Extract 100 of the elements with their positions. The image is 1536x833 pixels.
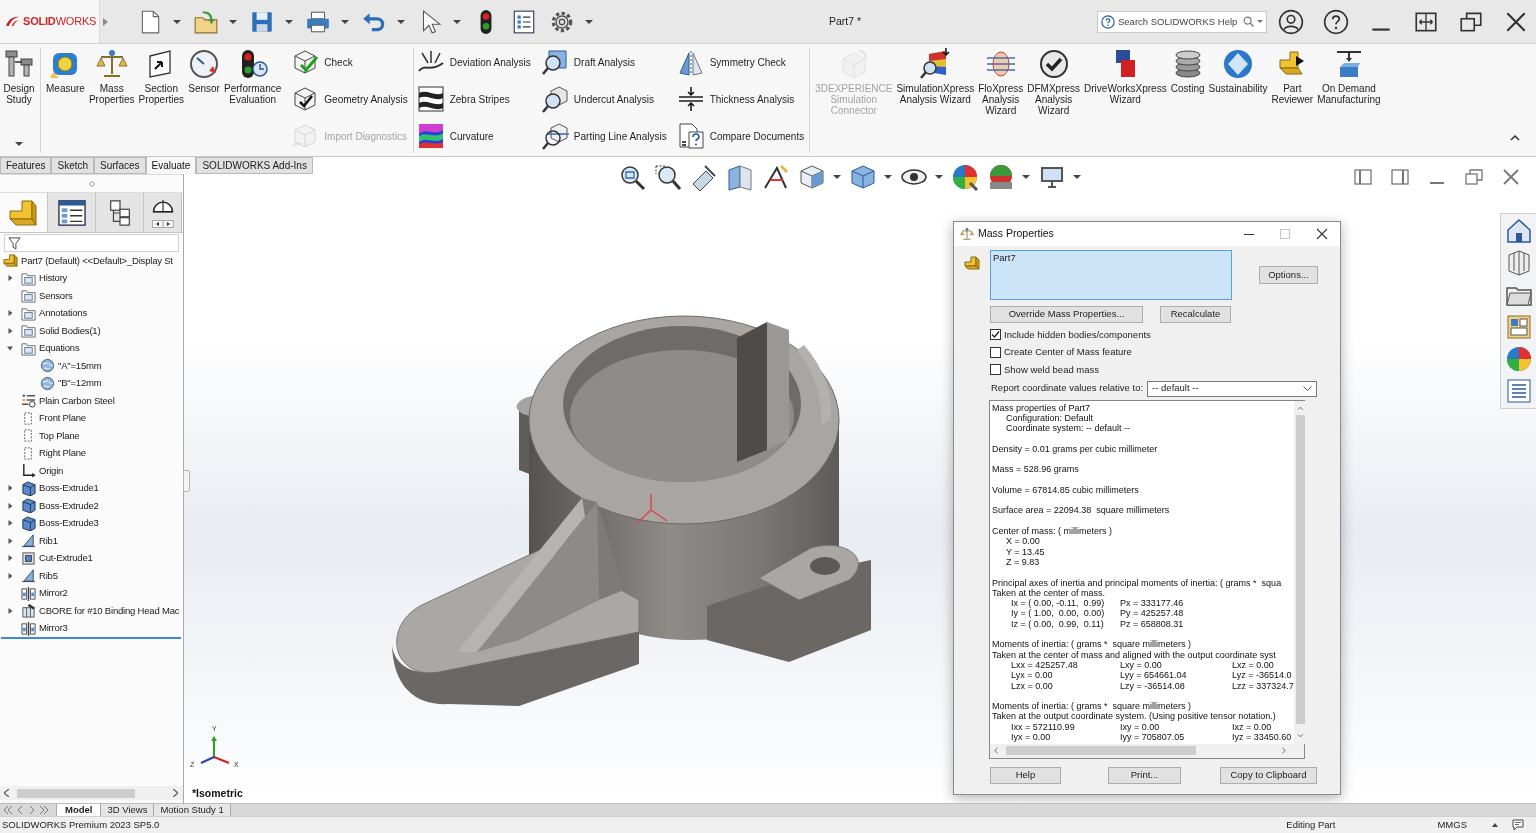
- list-icon[interactable]: [511, 8, 537, 35]
- tree-item[interactable]: Mirror2: [39, 586, 68, 601]
- dialog-button[interactable]: Print...: [1108, 766, 1181, 784]
- tree-item[interactable]: Equations: [39, 341, 80, 356]
- caret-down-icon[interactable]: [935, 175, 943, 179]
- ribbon-button[interactable]: Zebra Stripes: [416, 85, 533, 113]
- pencil-triangle-icon[interactable]: [762, 163, 790, 191]
- splitter-handle[interactable]: [183, 470, 190, 492]
- tree-item[interactable]: Boss-Extrude1: [39, 481, 99, 496]
- tree-item[interactable]: "B"=12mm: [58, 376, 102, 391]
- command-tab[interactable]: Evaluate: [145, 157, 197, 174]
- ribbon-button[interactable]: Geometry Analysis: [291, 85, 410, 113]
- selection-box[interactable]: Part7: [990, 250, 1232, 300]
- scrollbar-thumb[interactable]: [1295, 414, 1305, 724]
- scrollbar-thumb[interactable]: [17, 788, 135, 798]
- ribbon-button[interactable]: DriveWorksXpress Wizard: [1082, 48, 1169, 105]
- tree-item[interactable]: Boss-Extrude3: [39, 516, 99, 531]
- caret-down-icon[interactable]: [5, 344, 14, 353]
- coordinate-dropdown[interactable]: -- default --: [1147, 380, 1317, 397]
- options-button[interactable]: Options...: [1259, 266, 1318, 284]
- caret-down-icon[interactable]: [229, 19, 237, 24]
- caret-right-icon[interactable]: [173, 789, 178, 797]
- command-tab[interactable]: Surfaces: [94, 157, 146, 174]
- caret-down-icon[interactable]: [833, 175, 841, 179]
- caret-up-icon[interactable]: [1510, 135, 1520, 141]
- ribbon-button[interactable]: Design Study: [1, 48, 37, 105]
- caret-up-icon[interactable]: [1492, 823, 1498, 827]
- help-icon[interactable]: [1101, 14, 1115, 29]
- tree-item[interactable]: CBORE for #10 Binding Head Mac: [39, 603, 180, 618]
- ribbon-button[interactable]: Performance Evaluation: [222, 48, 284, 105]
- view-tab[interactable]: Model: [56, 804, 102, 816]
- caret-down-icon[interactable]: [173, 19, 181, 24]
- panel-left-icon[interactable]: [1353, 167, 1373, 187]
- search-field[interactable]: Search SOLIDWORKS Help: [1097, 10, 1267, 33]
- checkbox[interactable]: [990, 329, 1001, 341]
- checkbox[interactable]: [990, 346, 1001, 358]
- scroll-arrows-icon[interactable]: [151, 220, 174, 228]
- tree-item[interactable]: Top Plane: [39, 428, 80, 443]
- scrollbar-thumb[interactable]: [1006, 746, 1196, 755]
- ribbon-button[interactable]: On Demand Manufacturing: [1315, 48, 1383, 105]
- cube-icon[interactable]: [798, 163, 826, 191]
- filter-icon[interactable]: [8, 236, 21, 250]
- units-label[interactable]: MMGS: [1437, 817, 1467, 833]
- caret-down-icon[interactable]: [397, 19, 405, 24]
- selection-item[interactable]: Part7: [993, 252, 1016, 264]
- double-caret-left-icon[interactable]: [3, 805, 13, 815]
- caret-down-icon[interactable]: [1257, 20, 1263, 23]
- ribbon-button[interactable]: Check: [291, 48, 410, 76]
- command-tab[interactable]: SOLIDWORKS Add-Ins: [196, 157, 313, 174]
- zoom-area-icon[interactable]: [654, 163, 682, 191]
- panel-tab[interactable]: [144, 193, 182, 232]
- help-icon[interactable]: [1323, 8, 1349, 35]
- tree-item[interactable]: Rib5: [39, 568, 58, 583]
- caret-down-icon[interactable]: [1073, 175, 1081, 179]
- ribbon-button[interactable]: SimulationXpress Analysis Wizard: [894, 48, 977, 105]
- caret-down-icon[interactable]: [884, 175, 892, 179]
- tree-item[interactable]: Boss-Extrude2: [39, 498, 99, 513]
- tree-item[interactable]: Mirror3: [39, 621, 68, 636]
- tree-item[interactable]: Right Plane: [39, 446, 86, 461]
- panel-tab[interactable]: [48, 193, 96, 232]
- caret-down-icon[interactable]: [585, 19, 593, 24]
- search-icon[interactable]: [1243, 16, 1254, 27]
- user-icon[interactable]: [1278, 8, 1304, 35]
- recalculate-button[interactable]: Recalculate: [1160, 306, 1231, 323]
- message-icon[interactable]: [1512, 819, 1524, 831]
- caret-down-icon[interactable]: [341, 19, 349, 24]
- tree-item[interactable]: History: [39, 271, 68, 286]
- grip-dot-icon[interactable]: [88, 180, 95, 187]
- search-input[interactable]: Search SOLIDWORKS Help: [1118, 13, 1240, 30]
- caret-down-icon[interactable]: [1022, 175, 1030, 179]
- chevron-down-icon[interactable]: [1303, 386, 1312, 391]
- ribbon-button[interactable]: Deviation Analysis: [416, 48, 533, 76]
- checkbox[interactable]: [990, 364, 1001, 376]
- tree-item[interactable]: Front Plane: [39, 411, 86, 426]
- shaded-cube-icon[interactable]: [849, 163, 877, 191]
- ribbon-button[interactable]: Draft Analysis: [540, 48, 669, 76]
- caret-left-icon[interactable]: [994, 747, 998, 754]
- tree-item[interactable]: Part7 (Default) <<Default>_Display St: [21, 253, 173, 268]
- override-button[interactable]: Override Mass Properties...: [990, 306, 1143, 323]
- scene-sphere-icon[interactable]: [987, 163, 1015, 191]
- tree-item[interactable]: Annotations: [39, 306, 87, 321]
- ribbon-button[interactable]: Sustainability: [1206, 48, 1270, 94]
- open-folder-icon[interactable]: [193, 8, 219, 35]
- tree-item[interactable]: Plain Carbon Steel: [39, 393, 115, 408]
- view-tab[interactable]: 3D Views: [101, 804, 155, 816]
- caret-down-icon[interactable]: [15, 142, 23, 146]
- tree-item[interactable]: "A"=15mm: [58, 358, 102, 373]
- ribbon-button[interactable]: Undercut Analysis: [540, 85, 669, 113]
- caret-down-icon[interactable]: [285, 19, 293, 24]
- tree-item[interactable]: Origin: [39, 463, 64, 478]
- ribbon-button[interactable]: Part Reviewer: [1269, 48, 1316, 105]
- command-tab[interactable]: Features: [0, 157, 52, 174]
- ribbon-button[interactable]: Compare Documents: [676, 122, 807, 150]
- list-icon[interactable]: [1504, 377, 1533, 405]
- split-block-icon[interactable]: [726, 163, 754, 191]
- palette-grid-icon[interactable]: [1504, 313, 1533, 341]
- panel-tab[interactable]: [96, 193, 144, 232]
- ribbon-button[interactable]: Sensor: [186, 48, 223, 94]
- ribbon-button[interactable]: Measure: [44, 48, 87, 94]
- ribbon-button[interactable]: Symmetry Check: [676, 48, 807, 76]
